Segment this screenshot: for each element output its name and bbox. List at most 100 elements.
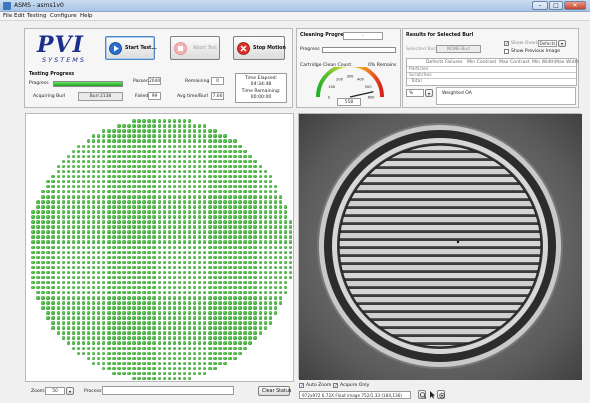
burl-dot[interactable] xyxy=(76,326,81,330)
burl-dot[interactable] xyxy=(283,285,288,290)
burl-dot[interactable] xyxy=(101,189,106,194)
burl-dot[interactable] xyxy=(132,270,136,275)
burl-dot[interactable] xyxy=(268,220,273,224)
burl-dot[interactable] xyxy=(162,240,167,244)
burl-dot[interactable] xyxy=(248,301,252,305)
burl-dot[interactable] xyxy=(101,255,106,260)
burl-dot[interactable] xyxy=(157,361,161,366)
burl-dot[interactable] xyxy=(142,301,146,305)
burl-dot[interactable] xyxy=(182,179,187,184)
burl-dot[interactable] xyxy=(197,311,202,315)
burl-dot[interactable] xyxy=(197,220,202,224)
burl-dot[interactable] xyxy=(268,235,273,239)
burl-dot[interactable] xyxy=(202,134,207,138)
burl-dot[interactable] xyxy=(177,351,182,356)
burl-dot[interactable] xyxy=(91,174,96,179)
burl-dot[interactable] xyxy=(258,230,262,234)
burl-dot[interactable] xyxy=(71,184,76,189)
burl-dot[interactable] xyxy=(187,326,192,330)
burl-dot[interactable] xyxy=(76,179,81,184)
burl-dot[interactable] xyxy=(137,341,141,345)
burl-dot[interactable] xyxy=(117,169,121,174)
burl-dot[interactable] xyxy=(41,301,45,305)
burl-dot[interactable] xyxy=(182,260,187,265)
burl-dot[interactable] xyxy=(91,184,96,189)
burl-dot[interactable] xyxy=(46,240,50,244)
burl-dot[interactable] xyxy=(91,205,96,209)
burl-dot[interactable] xyxy=(218,361,222,366)
burl-dot[interactable] xyxy=(238,230,242,234)
burl-dot[interactable] xyxy=(177,164,182,169)
burl-dot[interactable] xyxy=(132,200,136,204)
burl-dot[interactable] xyxy=(101,316,106,320)
burl-dot[interactable] xyxy=(122,164,126,169)
burl-dot[interactable] xyxy=(117,174,121,179)
burl-dot[interactable] xyxy=(172,195,177,199)
burl-dot[interactable] xyxy=(187,250,192,255)
burl-dot[interactable] xyxy=(117,159,121,164)
burl-dot[interactable] xyxy=(152,174,156,179)
burl-dot[interactable] xyxy=(157,341,161,345)
burl-dot[interactable] xyxy=(117,250,121,255)
burl-dot[interactable] xyxy=(61,306,66,310)
burl-dot[interactable] xyxy=(81,331,86,335)
burl-dot[interactable] xyxy=(167,119,172,123)
burl-dot[interactable] xyxy=(253,275,257,280)
burl-dot[interactable] xyxy=(177,144,182,148)
burl-dot[interactable] xyxy=(142,336,146,340)
burl-dot[interactable] xyxy=(187,306,192,310)
burl-dot[interactable] xyxy=(101,366,106,371)
burl-dot[interactable] xyxy=(208,361,212,366)
burl-dot[interactable] xyxy=(56,235,60,239)
burl-dot[interactable] xyxy=(248,220,252,224)
burl-dot[interactable] xyxy=(101,290,106,295)
burl-dot[interactable] xyxy=(243,230,247,234)
burl-dot[interactable] xyxy=(132,195,136,199)
burl-dot[interactable] xyxy=(61,255,66,260)
burl-dot[interactable] xyxy=(76,225,81,229)
burl-dot[interactable] xyxy=(61,336,66,340)
burl-dot[interactable] xyxy=(142,366,146,371)
burl-dot[interactable] xyxy=(147,119,151,123)
burl-dot[interactable] xyxy=(263,205,268,209)
burl-dot[interactable] xyxy=(202,265,207,270)
burl-dot[interactable] xyxy=(197,336,202,340)
burl-dot[interactable] xyxy=(31,230,35,234)
burl-dot[interactable] xyxy=(177,200,182,204)
burl-dot[interactable] xyxy=(172,169,177,174)
burl-dot[interactable] xyxy=(263,260,268,265)
burl-dot[interactable] xyxy=(86,326,91,330)
burl-dot[interactable] xyxy=(177,174,182,179)
burl-dot[interactable] xyxy=(107,174,111,179)
burl-dot[interactable] xyxy=(107,154,111,159)
burl-dot[interactable] xyxy=(167,296,172,300)
burl-dot[interactable] xyxy=(101,220,106,224)
burl-dot[interactable] xyxy=(96,169,101,174)
burl-dot[interactable] xyxy=(66,275,71,280)
burl-dot[interactable] xyxy=(192,124,197,128)
burl-dot[interactable] xyxy=(162,184,167,189)
burl-dot[interactable] xyxy=(223,316,227,320)
burl-dot[interactable] xyxy=(167,361,172,366)
burl-dot[interactable] xyxy=(127,321,131,325)
burl-dot[interactable] xyxy=(273,215,278,219)
burl-dot[interactable] xyxy=(192,134,197,138)
burl-dot[interactable] xyxy=(117,260,121,265)
burl-dot[interactable] xyxy=(253,311,257,315)
burl-dot[interactable] xyxy=(258,311,262,315)
burl-dot[interactable] xyxy=(81,351,86,356)
burl-dot[interactable] xyxy=(172,341,177,345)
burl-dot[interactable] xyxy=(218,184,222,189)
burl-dot[interactable] xyxy=(278,235,283,239)
burl-dot[interactable] xyxy=(253,205,257,209)
burl-dot[interactable] xyxy=(112,265,116,270)
burl-dot[interactable] xyxy=(96,195,101,199)
burl-dot[interactable] xyxy=(91,290,96,295)
burl-dot[interactable] xyxy=(127,215,131,219)
burl-dot[interactable] xyxy=(208,179,212,184)
burl-dot[interactable] xyxy=(278,220,283,224)
burl-dot[interactable] xyxy=(243,275,247,280)
burl-dot[interactable] xyxy=(56,260,60,265)
burl-dot[interactable] xyxy=(56,230,60,234)
burl-dot[interactable] xyxy=(66,331,71,335)
